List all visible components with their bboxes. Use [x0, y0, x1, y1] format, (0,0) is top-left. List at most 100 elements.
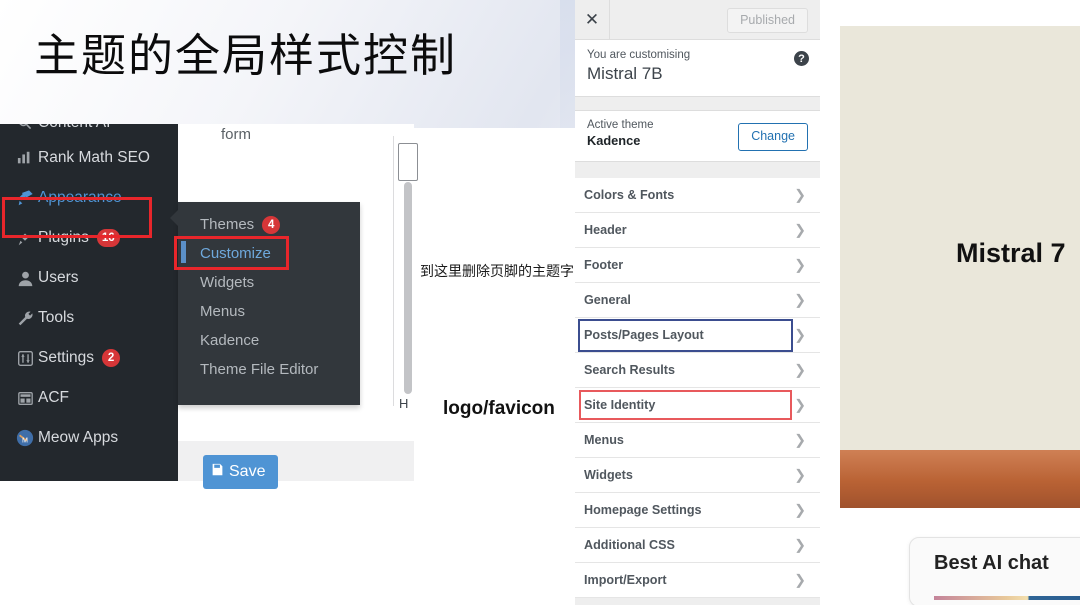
preview-color-band	[840, 450, 1080, 508]
cz-section-posts-pages-layout[interactable]: Posts/Pages Layout ❯	[575, 318, 820, 353]
submenu-item-customize[interactable]: Customize	[178, 239, 360, 268]
rank-math-icon	[12, 150, 38, 166]
cz-section-footer[interactable]: Footer ❯	[575, 248, 820, 283]
submenu-item-kadence[interactable]: Kadence	[178, 326, 360, 355]
paintbrush-icon	[12, 189, 38, 207]
editor-form-label: form	[221, 126, 251, 143]
cz-section-label: General	[584, 293, 631, 307]
submenu-item-label: Customize	[200, 245, 271, 262]
save-button[interactable]: Save	[203, 455, 278, 489]
preview-card-accent-bar	[934, 596, 1080, 600]
plug-icon	[12, 229, 38, 247]
cz-section-label: Header	[584, 223, 627, 237]
submenu-item-label: Menus	[200, 303, 246, 320]
page-title: 主题的全局样式控制	[34, 29, 458, 82]
sidebar-item-plugins[interactable]: Plugins 16	[0, 218, 178, 258]
sidebar-item-label: Content AI	[38, 124, 110, 132]
user-icon	[12, 270, 38, 287]
submenu-item-menus[interactable]: Menus	[178, 297, 360, 326]
chevron-right-icon: ❯	[794, 291, 806, 308]
sidebar-item-users[interactable]: Users	[0, 258, 178, 298]
cz-section-label: Menus	[584, 433, 624, 447]
chevron-right-icon: ❯	[794, 326, 806, 343]
editor-panel-field[interactable]	[398, 143, 418, 181]
sidebar-item-label: Plugins	[38, 229, 89, 246]
cz-section-import-export[interactable]: Import/Export ❯	[575, 563, 820, 598]
cz-section-label: Footer	[584, 258, 624, 272]
cz-section-label: Colors & Fonts	[584, 188, 675, 202]
editor-panel-letter: H	[399, 396, 409, 411]
editor-scrollbar[interactable]	[404, 182, 412, 394]
cz-section-label: Import/Export	[584, 573, 667, 587]
submenu-arrow-icon	[170, 210, 178, 226]
cz-section-label: Search Results	[584, 363, 675, 377]
settings-badge: 2	[102, 349, 121, 367]
acf-grid-icon	[12, 391, 38, 406]
submenu-item-widgets[interactable]: Widgets	[178, 268, 360, 297]
chevron-right-icon: ❯	[794, 221, 806, 238]
preview-hero: Mistral 7	[840, 26, 1080, 451]
sidebar-item-label: Appearance	[38, 189, 122, 206]
cz-section-menus[interactable]: Menus ❯	[575, 423, 820, 458]
cz-section-site-identity[interactable]: Site Identity ❯	[575, 388, 820, 423]
svg-text:M: M	[22, 436, 28, 445]
sliders-icon	[12, 350, 38, 367]
wp-admin-sidebar: Content AI Rank Math SEO Appearance Plug…	[0, 124, 178, 481]
customizer-panel: ✕ Published You are customising Mistral …	[575, 0, 821, 605]
chevron-right-icon: ❯	[794, 466, 806, 483]
sidebar-item-label: Rank Math SEO	[38, 149, 150, 166]
published-button[interactable]: Published	[727, 8, 808, 33]
cz-section-label: Homepage Settings	[584, 503, 702, 517]
cz-section-general[interactable]: General ❯	[575, 283, 820, 318]
sidebar-item-settings[interactable]: Settings 2	[0, 338, 178, 378]
themes-badge: 4	[262, 215, 281, 234]
cz-section-colors-fonts[interactable]: Colors & Fonts ❯	[575, 178, 820, 213]
annotation-footer-note: 到这里删除页脚的主题字眼	[420, 264, 588, 280]
site-preview: Mistral 7 Best AI chat	[820, 0, 1080, 605]
customizer-topbar: ✕ Published	[575, 0, 820, 40]
submenu-item-label: Themes	[200, 216, 255, 233]
annotation-logo-favicon: logo/favicon	[443, 398, 555, 419]
sidebar-item-acf[interactable]: ACF	[0, 378, 178, 418]
search-icon	[12, 124, 38, 131]
plugins-badge: 16	[96, 229, 120, 247]
help-icon[interactable]: ?	[794, 51, 809, 66]
sidebar-item-rank-math-seo[interactable]: Rank Math SEO	[0, 138, 178, 178]
cz-section-label: Site Identity	[584, 398, 656, 412]
sidebar-item-label: Users	[38, 269, 79, 286]
submenu-item-theme-file-editor[interactable]: Theme File Editor	[178, 355, 360, 384]
save-button-label: Save	[229, 463, 266, 480]
current-submenu-marker	[181, 241, 186, 263]
sidebar-item-label: Tools	[38, 309, 75, 326]
sidebar-item-label: Settings	[38, 349, 95, 366]
close-icon[interactable]: ✕	[575, 0, 610, 39]
preview-card-title: Best AI chat	[934, 552, 1049, 574]
cz-section-search-results[interactable]: Search Results ❯	[575, 353, 820, 388]
submenu-item-themes[interactable]: Themes 4	[178, 210, 360, 239]
cz-section-additional-css[interactable]: Additional CSS ❯	[575, 528, 820, 563]
sidebar-item-appearance[interactable]: Appearance	[0, 178, 178, 218]
chevron-right-icon: ❯	[794, 256, 806, 273]
chevron-right-icon: ❯	[794, 571, 806, 588]
cz-section-header[interactable]: Header ❯	[575, 213, 820, 248]
site-title: Mistral 7B	[587, 64, 663, 83]
submenu-item-label: Kadence	[200, 332, 260, 349]
chevron-right-icon: ❯	[794, 536, 806, 553]
cz-section-widgets[interactable]: Widgets ❯	[575, 458, 820, 493]
preview-hero-title: Mistral 7	[956, 238, 1066, 268]
sidebar-item-label: ACF	[38, 389, 69, 406]
cz-section-homepage-settings[interactable]: Homepage Settings ❯	[575, 493, 820, 528]
chevron-right-icon: ❯	[794, 186, 806, 203]
sidebar-item-label: Meow Apps	[38, 429, 119, 446]
customizer-section-list: Colors & Fonts ❯ Header ❯ Footer ❯ Gener…	[575, 178, 820, 598]
sidebar-item-meow-apps[interactable]: M Meow Apps	[0, 418, 178, 458]
preview-card[interactable]: Best AI chat	[909, 537, 1080, 605]
cz-section-label: Additional CSS	[584, 538, 675, 552]
change-theme-button[interactable]: Change	[738, 123, 808, 151]
wrench-icon	[12, 310, 38, 327]
floppy-disk-icon	[211, 463, 224, 481]
sidebar-item-tools[interactable]: Tools	[0, 298, 178, 338]
active-theme-row: Active theme Kadence Change	[575, 110, 820, 162]
sidebar-item-content-ai[interactable]: Content AI	[0, 124, 178, 138]
chevron-right-icon: ❯	[794, 361, 806, 378]
